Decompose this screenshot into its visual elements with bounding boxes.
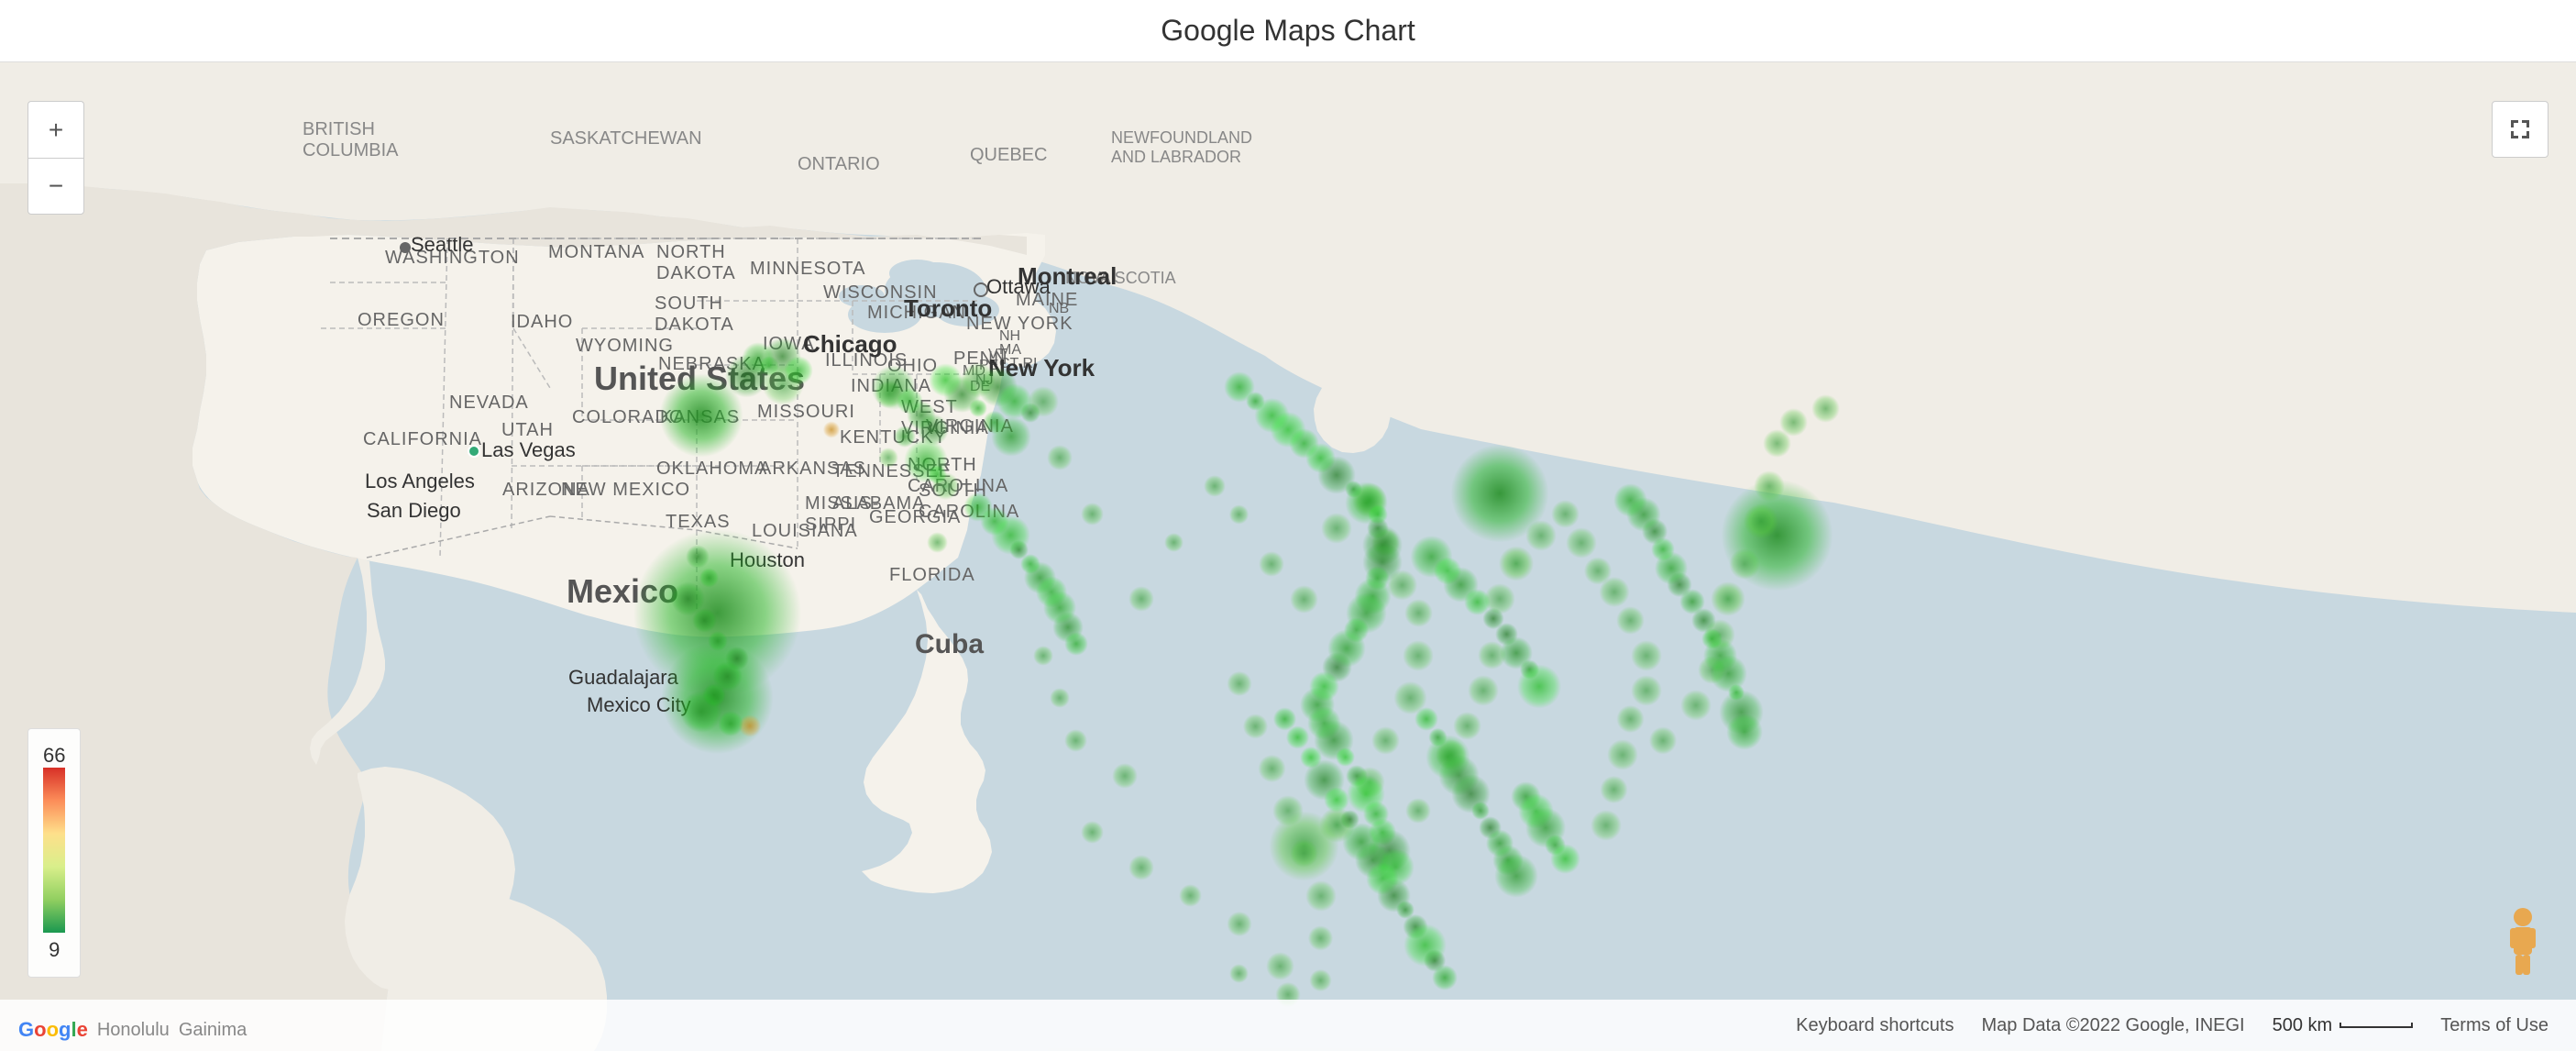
zoom-out-button[interactable]: − (28, 158, 84, 215)
map-svg (0, 62, 2576, 1051)
scale-text: 500 km (2273, 1015, 2333, 1036)
map-background: WASHINGTON OREGON CALIFORNIA NEVADA IDAH… (0, 62, 2576, 1051)
legend-max-value: 66 (43, 744, 65, 768)
map-data-attribution: Map Data ©2022 Google, INEGI (1981, 1015, 2244, 1036)
legend-min-value: 9 (43, 938, 65, 962)
second-location-label: Gainima (179, 1020, 247, 1041)
zoom-controls: + − (28, 101, 84, 215)
streetview-person[interactable] (2497, 904, 2548, 978)
google-logo: Google (18, 1018, 88, 1042)
zoom-in-button[interactable]: + (28, 101, 84, 158)
map-container: Google Maps Chart (0, 0, 2576, 1051)
legend: 66 9 (28, 728, 81, 978)
city-dot-ottawa (974, 282, 988, 297)
chart-title: Google Maps Chart (1161, 14, 1415, 48)
fullscreen-icon (2507, 116, 2533, 142)
bottom-bar: Google Honolulu Gainima Keyboard shortcu… (0, 1000, 2576, 1051)
location-label: Honolulu (97, 1020, 170, 1041)
terms-of-use-link[interactable]: Terms of Use (2440, 1015, 2548, 1036)
city-dot-las-vegas (468, 445, 480, 458)
legend-gradient (43, 768, 65, 933)
title-bar: Google Maps Chart (0, 0, 2576, 62)
scale-line (2339, 1023, 2413, 1028)
streetview-icon (2497, 904, 2548, 978)
scale-bar: 500 km (2273, 1015, 2414, 1036)
bottom-left: Google Honolulu Gainima (18, 1018, 247, 1042)
keyboard-shortcuts-link[interactable]: Keyboard shortcuts (1796, 1015, 1954, 1036)
city-dot-seattle (400, 242, 411, 253)
fullscreen-button[interactable] (2492, 101, 2548, 158)
